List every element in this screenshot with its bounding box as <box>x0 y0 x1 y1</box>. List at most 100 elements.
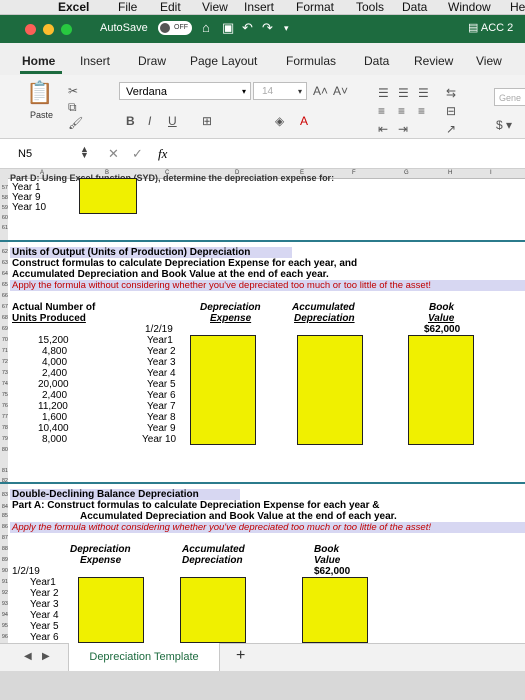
font-color-icon[interactable]: A <box>300 114 308 128</box>
insert-function-icon[interactable]: fx <box>158 146 167 162</box>
increase-indent-icon[interactable]: ⇥ <box>398 122 408 136</box>
row-header[interactable]: 94 <box>0 610 8 620</box>
tab-home[interactable]: Home <box>22 54 55 68</box>
row-header[interactable]: 64 <box>0 269 8 279</box>
uop-acc-dep-cells[interactable] <box>297 335 363 445</box>
column-header-i[interactable]: I <box>490 169 492 178</box>
menu-view[interactable]: View <box>202 0 228 14</box>
row-header[interactable]: 85 <box>0 511 8 521</box>
menu-insert[interactable]: Insert <box>244 0 274 14</box>
ddb-dep-expense-cells[interactable] <box>78 577 144 643</box>
wrap-text-icon[interactable]: ⇆ <box>446 86 456 100</box>
paste-icon[interactable]: 📋 <box>26 80 53 106</box>
ddb-book-value-cells[interactable] <box>302 577 368 643</box>
row-header[interactable]: 72 <box>0 357 8 367</box>
formula-input[interactable] <box>190 146 525 164</box>
row-header[interactable]: 93 <box>0 599 8 609</box>
row-header[interactable]: 77 <box>0 412 8 422</box>
row-header[interactable]: 92 <box>0 588 8 598</box>
row-header[interactable]: 70 <box>0 335 8 345</box>
name-box-stepper-icon[interactable]: ▲ ▼ <box>80 145 89 160</box>
fill-color-icon[interactable]: ◈ <box>275 114 284 128</box>
row-header[interactable]: 58 <box>0 193 8 203</box>
row-header[interactable]: 61 <box>0 223 8 233</box>
align-top-icon[interactable]: ☰ <box>378 86 389 100</box>
align-center-icon[interactable]: ≡ <box>398 104 405 118</box>
save-icon[interactable]: ▣ <box>222 20 234 36</box>
row-header[interactable]: 88 <box>0 544 8 554</box>
column-header-f[interactable]: F <box>352 169 356 178</box>
row-header[interactable]: 71 <box>0 346 8 356</box>
row-header[interactable]: 91 <box>0 577 8 587</box>
row-header[interactable]: 83 <box>0 490 8 500</box>
row-header[interactable]: 63 <box>0 258 8 268</box>
minimize-window-button[interactable] <box>43 24 54 35</box>
menu-excel[interactable]: Excel <box>58 0 89 14</box>
customize-toolbar-icon[interactable]: ▾ <box>284 23 289 34</box>
decrease-indent-icon[interactable]: ⇤ <box>378 122 388 136</box>
cancel-entry-icon[interactable]: ✕ <box>108 146 119 162</box>
next-sheet-icon[interactable]: ▶ <box>42 651 50 662</box>
worksheet-grid[interactable]: Part D: Using Excel function (SYD), dete… <box>0 173 525 643</box>
currency-format-icon[interactable]: $ ▾ <box>496 118 512 132</box>
row-header[interactable]: 95 <box>0 621 8 631</box>
row-header[interactable]: 90 <box>0 566 8 576</box>
row-header[interactable]: 66 <box>0 291 8 301</box>
name-box[interactable]: N5 <box>18 148 32 160</box>
row-header[interactable]: 68 <box>0 313 8 323</box>
close-window-button[interactable] <box>25 24 36 35</box>
previous-sheet-icon[interactable]: ◀ <box>24 651 32 662</box>
row-header[interactable]: 76 <box>0 401 8 411</box>
redo-icon[interactable]: ↷ <box>262 20 273 36</box>
sheet-tab-depreciation-template[interactable]: Depreciation Template <box>68 643 220 671</box>
row-header[interactable]: 79 <box>0 434 8 444</box>
increase-font-size-icon[interactable]: A˄ <box>313 84 328 98</box>
row-header[interactable]: 60 <box>0 213 8 223</box>
row-header[interactable]: 86 <box>0 522 8 532</box>
row-header[interactable]: 96 <box>0 632 8 642</box>
add-sheet-button[interactable]: + <box>236 647 245 665</box>
row-header[interactable]: 78 <box>0 423 8 433</box>
menu-file[interactable]: File <box>118 0 137 14</box>
tab-data[interactable]: Data <box>364 54 389 68</box>
zoom-window-button[interactable] <box>61 24 72 35</box>
enter-check-icon[interactable]: ✓ <box>132 146 143 162</box>
column-header-g[interactable]: G <box>404 169 409 178</box>
column-header-h[interactable]: H <box>448 169 452 178</box>
row-header[interactable]: 57 <box>0 183 8 193</box>
cut-icon[interactable]: ✂ <box>68 84 78 98</box>
row-header[interactable]: 74 <box>0 379 8 389</box>
autosave-toggle[interactable]: OFF <box>158 21 192 35</box>
row-header[interactable]: 82 <box>0 476 8 486</box>
row-header[interactable]: 87 <box>0 533 8 543</box>
account-button[interactable]: ▤ ACC 2 <box>468 21 525 37</box>
row-header[interactable]: 89 <box>0 555 8 565</box>
tab-insert[interactable]: Insert <box>80 54 110 68</box>
home-icon[interactable]: ⌂ <box>202 20 210 35</box>
row-header[interactable]: 81 <box>0 466 8 476</box>
tab-page-layout[interactable]: Page Layout <box>190 54 257 68</box>
font-size-select[interactable]: 14 ▾ <box>253 82 307 100</box>
row-header[interactable]: 67 <box>0 302 8 312</box>
uop-dep-expense-cells[interactable] <box>190 335 256 445</box>
orientation-icon[interactable]: ↗ <box>446 122 456 136</box>
tab-review[interactable]: Review <box>414 54 453 68</box>
underline-button[interactable]: U <box>168 114 177 128</box>
number-format-select[interactable]: Gene <box>494 88 525 106</box>
font-name-select[interactable]: Verdana ▾ <box>119 82 251 100</box>
decrease-font-size-icon[interactable]: A˅ <box>333 84 348 98</box>
tab-view[interactable]: View <box>476 54 502 68</box>
undo-icon[interactable]: ↶ <box>242 20 253 36</box>
row-header[interactable]: 59 <box>0 203 8 213</box>
row-header[interactable]: 73 <box>0 368 8 378</box>
menu-edit[interactable]: Edit <box>160 0 181 14</box>
row-header[interactable]: 65 <box>0 280 8 290</box>
menu-help[interactable]: He <box>510 0 525 14</box>
align-middle-icon[interactable]: ☰ <box>398 86 409 100</box>
menu-tools[interactable]: Tools <box>356 0 384 14</box>
align-right-icon[interactable]: ≡ <box>418 104 425 118</box>
syd-answer-cells[interactable] <box>79 178 137 214</box>
bold-button[interactable]: B <box>126 114 135 128</box>
row-header[interactable]: 69 <box>0 324 8 334</box>
italic-button[interactable]: I <box>148 114 151 128</box>
